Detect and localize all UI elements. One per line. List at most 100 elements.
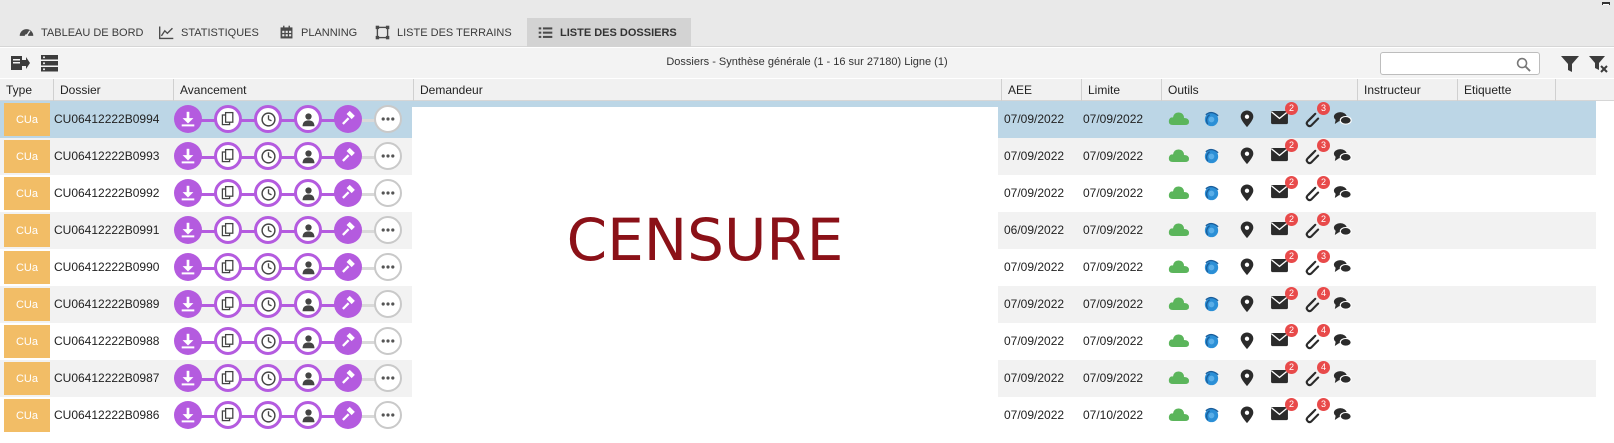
progress-step-clock[interactable] xyxy=(254,253,282,281)
col-aee[interactable]: AEE xyxy=(1002,79,1082,101)
dossier-number[interactable]: CU06412222B0990 xyxy=(54,249,159,286)
progress-step-copy[interactable] xyxy=(214,105,242,133)
search-icon[interactable] xyxy=(1516,57,1531,72)
chat-icon[interactable] xyxy=(1333,221,1353,241)
map-pin-icon[interactable] xyxy=(1238,332,1258,352)
mail-icon[interactable]: 2 xyxy=(1270,287,1298,315)
progress-step-more[interactable] xyxy=(374,179,402,207)
cloud-icon[interactable] xyxy=(1168,258,1189,278)
tab-tableau-de-bord[interactable]: TABLEAU DE BORD xyxy=(8,18,154,47)
mail-icon[interactable]: 2 xyxy=(1270,213,1298,241)
cloud-icon[interactable] xyxy=(1168,406,1189,426)
map-pin-icon[interactable] xyxy=(1238,184,1258,204)
clear-filter-icon[interactable] xyxy=(1588,55,1608,73)
progress-step-person[interactable] xyxy=(294,401,322,429)
progress-step-copy[interactable] xyxy=(214,179,242,207)
tab-planning[interactable]: PLANNING xyxy=(268,18,367,47)
progress-step-gavel[interactable] xyxy=(334,327,362,355)
dossier-number[interactable]: CU06412222B0994 xyxy=(54,101,159,138)
progress-step-gavel[interactable] xyxy=(334,105,362,133)
progress-step-copy[interactable] xyxy=(214,253,242,281)
col-type[interactable]: Type xyxy=(0,79,54,101)
progress-step-gavel[interactable] xyxy=(334,290,362,318)
cloud-icon[interactable] xyxy=(1168,110,1189,130)
paperclip-icon[interactable]: 3 xyxy=(1302,398,1330,426)
paperclip-icon[interactable]: 2 xyxy=(1302,213,1330,241)
mail-icon[interactable]: 2 xyxy=(1270,176,1298,204)
paperclip-icon[interactable]: 4 xyxy=(1302,324,1330,352)
progress-step-gavel[interactable] xyxy=(334,142,362,170)
tab-liste-des-dossiers[interactable]: LISTE DES DOSSIERS xyxy=(527,18,691,47)
paperclip-icon[interactable]: 2 xyxy=(1302,176,1330,204)
chat-icon[interactable] xyxy=(1333,184,1353,204)
chat-icon[interactable] xyxy=(1333,147,1353,167)
progress-step-person[interactable] xyxy=(294,105,322,133)
progress-step-clock[interactable] xyxy=(254,401,282,429)
progress-step-clock[interactable] xyxy=(254,142,282,170)
mail-icon[interactable]: 2 xyxy=(1270,361,1298,389)
mail-icon[interactable]: 2 xyxy=(1270,250,1298,278)
map-pin-icon[interactable] xyxy=(1238,258,1258,278)
progress-step-person[interactable] xyxy=(294,142,322,170)
progress-step-more[interactable] xyxy=(374,142,402,170)
progress-step-gavel[interactable] xyxy=(334,364,362,392)
progress-step-download[interactable] xyxy=(174,290,202,318)
globe-icon[interactable] xyxy=(1202,184,1222,204)
mail-icon[interactable]: 2 xyxy=(1270,102,1298,130)
progress-step-more[interactable] xyxy=(374,105,402,133)
map-pin-icon[interactable] xyxy=(1238,221,1258,241)
mail-icon[interactable]: 2 xyxy=(1270,398,1298,426)
col-demandeur[interactable]: Demandeur xyxy=(414,79,1002,101)
progress-step-person[interactable] xyxy=(294,253,322,281)
progress-step-download[interactable] xyxy=(174,142,202,170)
progress-step-gavel[interactable] xyxy=(334,401,362,429)
progress-step-clock[interactable] xyxy=(254,364,282,392)
col-instructeur[interactable]: Instructeur xyxy=(1358,79,1458,101)
progress-step-person[interactable] xyxy=(294,216,322,244)
map-pin-icon[interactable] xyxy=(1238,406,1258,426)
paperclip-icon[interactable]: 4 xyxy=(1302,287,1330,315)
globe-icon[interactable] xyxy=(1202,221,1222,241)
progress-step-copy[interactable] xyxy=(214,142,242,170)
progress-step-more[interactable] xyxy=(374,216,402,244)
progress-step-download[interactable] xyxy=(174,253,202,281)
progress-step-more[interactable] xyxy=(374,401,402,429)
mail-icon[interactable]: 2 xyxy=(1270,324,1298,352)
progress-step-clock[interactable] xyxy=(254,179,282,207)
globe-icon[interactable] xyxy=(1202,406,1222,426)
progress-step-more[interactable] xyxy=(374,290,402,318)
progress-step-download[interactable] xyxy=(174,179,202,207)
progress-step-copy[interactable] xyxy=(214,216,242,244)
progress-step-clock[interactable] xyxy=(254,327,282,355)
chat-icon[interactable] xyxy=(1333,369,1353,389)
col-avancement[interactable]: Avancement xyxy=(174,79,414,101)
progress-step-person[interactable] xyxy=(294,290,322,318)
paperclip-icon[interactable]: 3 xyxy=(1302,250,1330,278)
dossier-number[interactable]: CU06412222B0987 xyxy=(54,360,159,397)
dossier-number[interactable]: CU06412222B0989 xyxy=(54,286,159,323)
mail-icon[interactable]: 2 xyxy=(1270,139,1298,167)
cloud-icon[interactable] xyxy=(1168,147,1189,167)
cloud-icon[interactable] xyxy=(1168,332,1189,352)
chat-icon[interactable] xyxy=(1333,110,1353,130)
progress-step-gavel[interactable] xyxy=(334,179,362,207)
dossier-number[interactable]: CU06412222B0992 xyxy=(54,175,159,212)
progress-step-more[interactable] xyxy=(374,364,402,392)
cloud-icon[interactable] xyxy=(1168,295,1189,315)
progress-step-clock[interactable] xyxy=(254,216,282,244)
dossier-number[interactable]: CU06412222B0991 xyxy=(54,212,159,249)
progress-step-clock[interactable] xyxy=(254,105,282,133)
chat-icon[interactable] xyxy=(1333,258,1353,278)
progress-step-gavel[interactable] xyxy=(334,253,362,281)
dossier-number[interactable]: CU06412222B0988 xyxy=(54,323,159,360)
progress-step-more[interactable] xyxy=(374,327,402,355)
globe-icon[interactable] xyxy=(1202,147,1222,167)
chat-icon[interactable] xyxy=(1333,332,1353,352)
progress-step-gavel[interactable] xyxy=(334,216,362,244)
progress-step-download[interactable] xyxy=(174,401,202,429)
globe-icon[interactable] xyxy=(1202,369,1222,389)
paperclip-icon[interactable]: 3 xyxy=(1302,102,1330,130)
progress-step-person[interactable] xyxy=(294,179,322,207)
progress-step-copy[interactable] xyxy=(214,327,242,355)
tab-statistiques[interactable]: STATISTIQUES xyxy=(148,18,269,47)
